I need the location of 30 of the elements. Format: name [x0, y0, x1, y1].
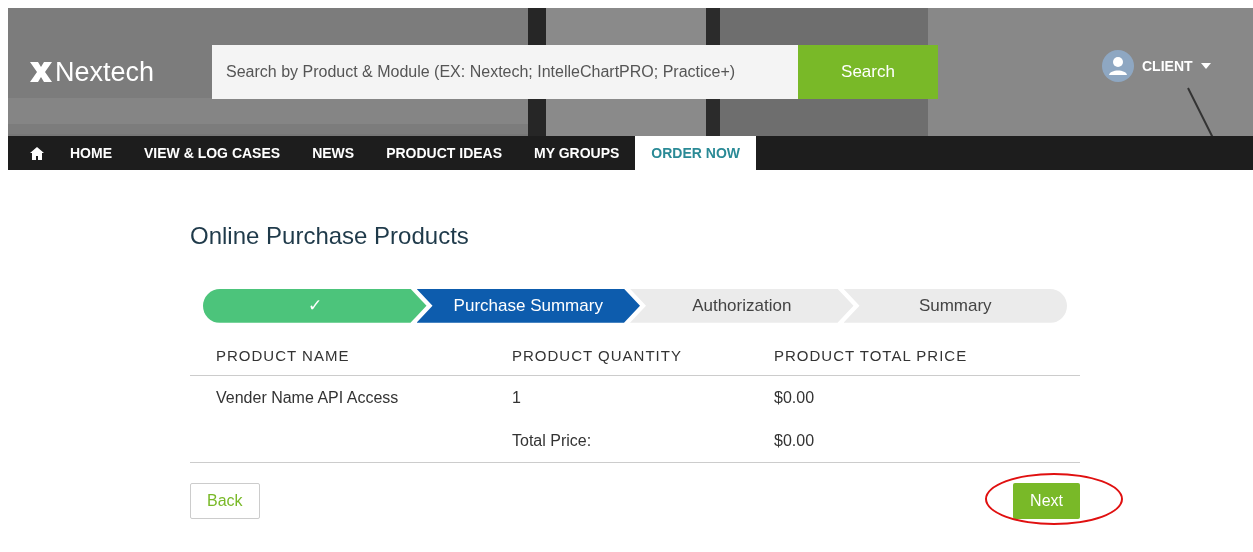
nav-tab[interactable]: PRODUCT IDEAS — [370, 136, 519, 170]
nav-tab[interactable]: VIEW & LOG CASES — [128, 136, 297, 170]
progress-step: Purchase Summary — [416, 288, 640, 323]
table-cell: Vender Name API Access — [216, 389, 399, 407]
logo-text: Nextech — [55, 55, 155, 89]
column-header: PRODUCT TOTAL PRICE — [748, 336, 1080, 376]
user-menu[interactable]: CLIENT — [1096, 49, 1217, 83]
table-cell: $0.00 — [774, 432, 815, 450]
nav-tab[interactable]: ORDER NOW — [635, 136, 756, 170]
caret-icon — [1200, 63, 1211, 69]
search-field[interactable]: Search by Product & Module (EX: Nextech; IntelleChartPRO; Practice+) — [212, 45, 798, 99]
search-button[interactable]: Search — [798, 45, 938, 99]
table-cell: Total Price: — [512, 432, 592, 450]
column-header: PRODUCT NAME — [190, 336, 486, 376]
progress-step: Authorization — [630, 288, 854, 323]
logo[interactable]: Nextech — [30, 51, 212, 93]
page-title: Online Purchase Products — [190, 222, 470, 251]
logo-icon — [30, 62, 52, 82]
avatar-icon — [1102, 50, 1134, 82]
table-cell: $0.00 — [774, 389, 815, 407]
nav-tab[interactable]: HOME — [54, 136, 128, 170]
home-icon[interactable] — [30, 146, 44, 160]
table-cell: 1 — [512, 389, 521, 407]
column-header: PRODUCT QUANTITY — [486, 336, 748, 376]
nav-tab[interactable]: NEWS — [296, 136, 371, 170]
progress-step: ✓ — [203, 288, 427, 323]
back-button[interactable]: Back — [190, 483, 260, 520]
nav-tab[interactable]: MY GROUPS — [518, 136, 636, 170]
progress-step: Summary — [843, 288, 1067, 323]
next-button[interactable]: Next — [1013, 483, 1080, 520]
